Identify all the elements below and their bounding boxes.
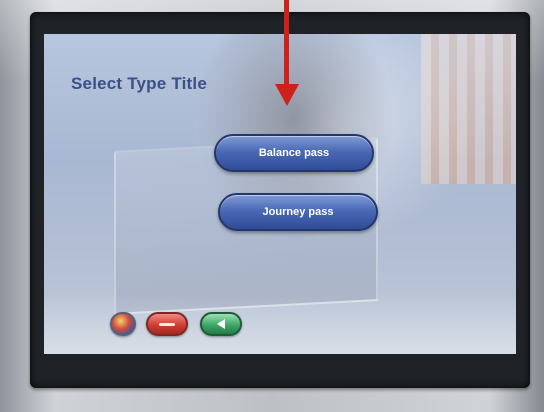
touch-screen: Select Type Title Balance pass Journey p…	[44, 34, 516, 354]
annotation-arrow-icon	[275, 84, 299, 106]
back-arrow-icon	[217, 319, 225, 329]
balance-pass-button[interactable]: Balance pass	[214, 134, 374, 172]
language-button[interactable]	[110, 312, 136, 336]
journey-pass-button[interactable]: Journey pass	[218, 193, 378, 231]
annotation-arrow-shaft	[284, 0, 289, 84]
button-label: Balance pass	[258, 147, 330, 159]
back-button[interactable]	[200, 312, 242, 336]
cancel-button[interactable]	[146, 312, 188, 336]
button-label: Journey pass	[262, 206, 334, 218]
minus-icon	[159, 322, 175, 326]
reflection-overlay	[421, 34, 516, 184]
page-title: Select Type Title	[71, 74, 207, 93]
